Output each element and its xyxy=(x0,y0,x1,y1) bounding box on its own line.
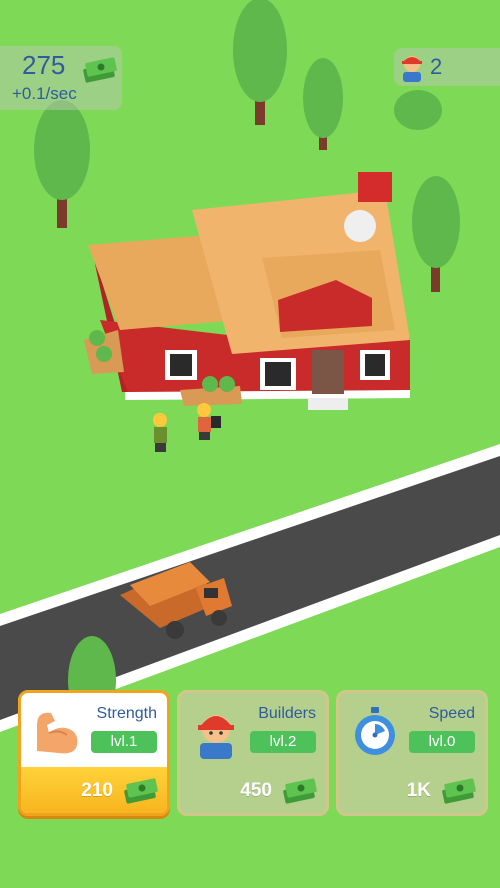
upgrade-title: Strength xyxy=(96,705,157,722)
house xyxy=(84,172,410,410)
tree xyxy=(412,176,460,292)
worker xyxy=(197,403,221,440)
cash-stack-icon xyxy=(124,778,158,804)
cash-stack-icon xyxy=(442,778,476,804)
upgrade-level: lvl.2 xyxy=(250,731,316,753)
upgrade-card-builders[interactable]: Builders lvl.2 450 xyxy=(177,690,329,816)
upgrade-card-strength[interactable]: Strength lvl.1 210 xyxy=(18,690,170,816)
money-value: 275 xyxy=(22,50,66,80)
income-rate: +0.1/sec xyxy=(12,84,77,103)
upgrade-price: 1K xyxy=(406,780,431,801)
money-panel: 275 +0.1/sec xyxy=(0,46,122,110)
upgrade-card-speed[interactable]: Speed lvl.0 1K xyxy=(336,690,488,816)
bush xyxy=(394,90,442,130)
worker-count: 2 xyxy=(430,54,443,79)
tree xyxy=(34,100,90,228)
game-viewport: 275 +0.1/sec 2 Strength lvl.1 210 Builde… xyxy=(0,0,500,888)
upgrade-title: Speed xyxy=(428,705,475,722)
worker xyxy=(153,413,167,452)
worker-icon xyxy=(402,56,422,82)
upgrade-price: 210 xyxy=(81,780,113,801)
cash-stack-icon xyxy=(83,57,117,83)
flexed-bicep-icon xyxy=(37,712,78,754)
upgrade-price: 450 xyxy=(240,780,272,801)
tree xyxy=(233,0,287,125)
builder-icon xyxy=(198,715,234,759)
workers-panel: 2 xyxy=(394,48,500,86)
tree xyxy=(303,58,343,150)
upgrade-level: lvl.0 xyxy=(409,731,475,753)
upgrade-title: Builders xyxy=(258,705,316,722)
upgrade-level: lvl.1 xyxy=(91,731,157,753)
cash-stack-icon xyxy=(283,778,317,804)
stopwatch-icon xyxy=(355,707,395,755)
